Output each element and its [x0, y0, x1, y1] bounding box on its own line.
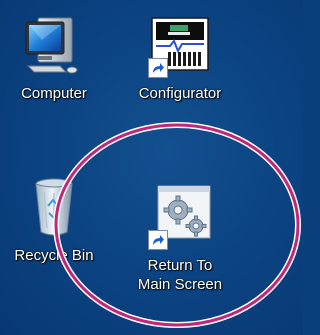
configurator-icon: [146, 10, 214, 78]
computer-label: Computer: [21, 85, 87, 102]
computer-icon: [20, 10, 88, 78]
desktop-icon-computer[interactable]: Computer: [14, 10, 94, 103]
shortcut-arrow-icon: [148, 58, 168, 78]
highlight-ellipse: [53, 122, 301, 328]
desktop-icon-configurator[interactable]: Configurator: [124, 10, 236, 103]
configurator-label: Configurator: [138, 85, 222, 102]
desktop: Computer Configurator Recycle Bin Return…: [0, 0, 303, 335]
